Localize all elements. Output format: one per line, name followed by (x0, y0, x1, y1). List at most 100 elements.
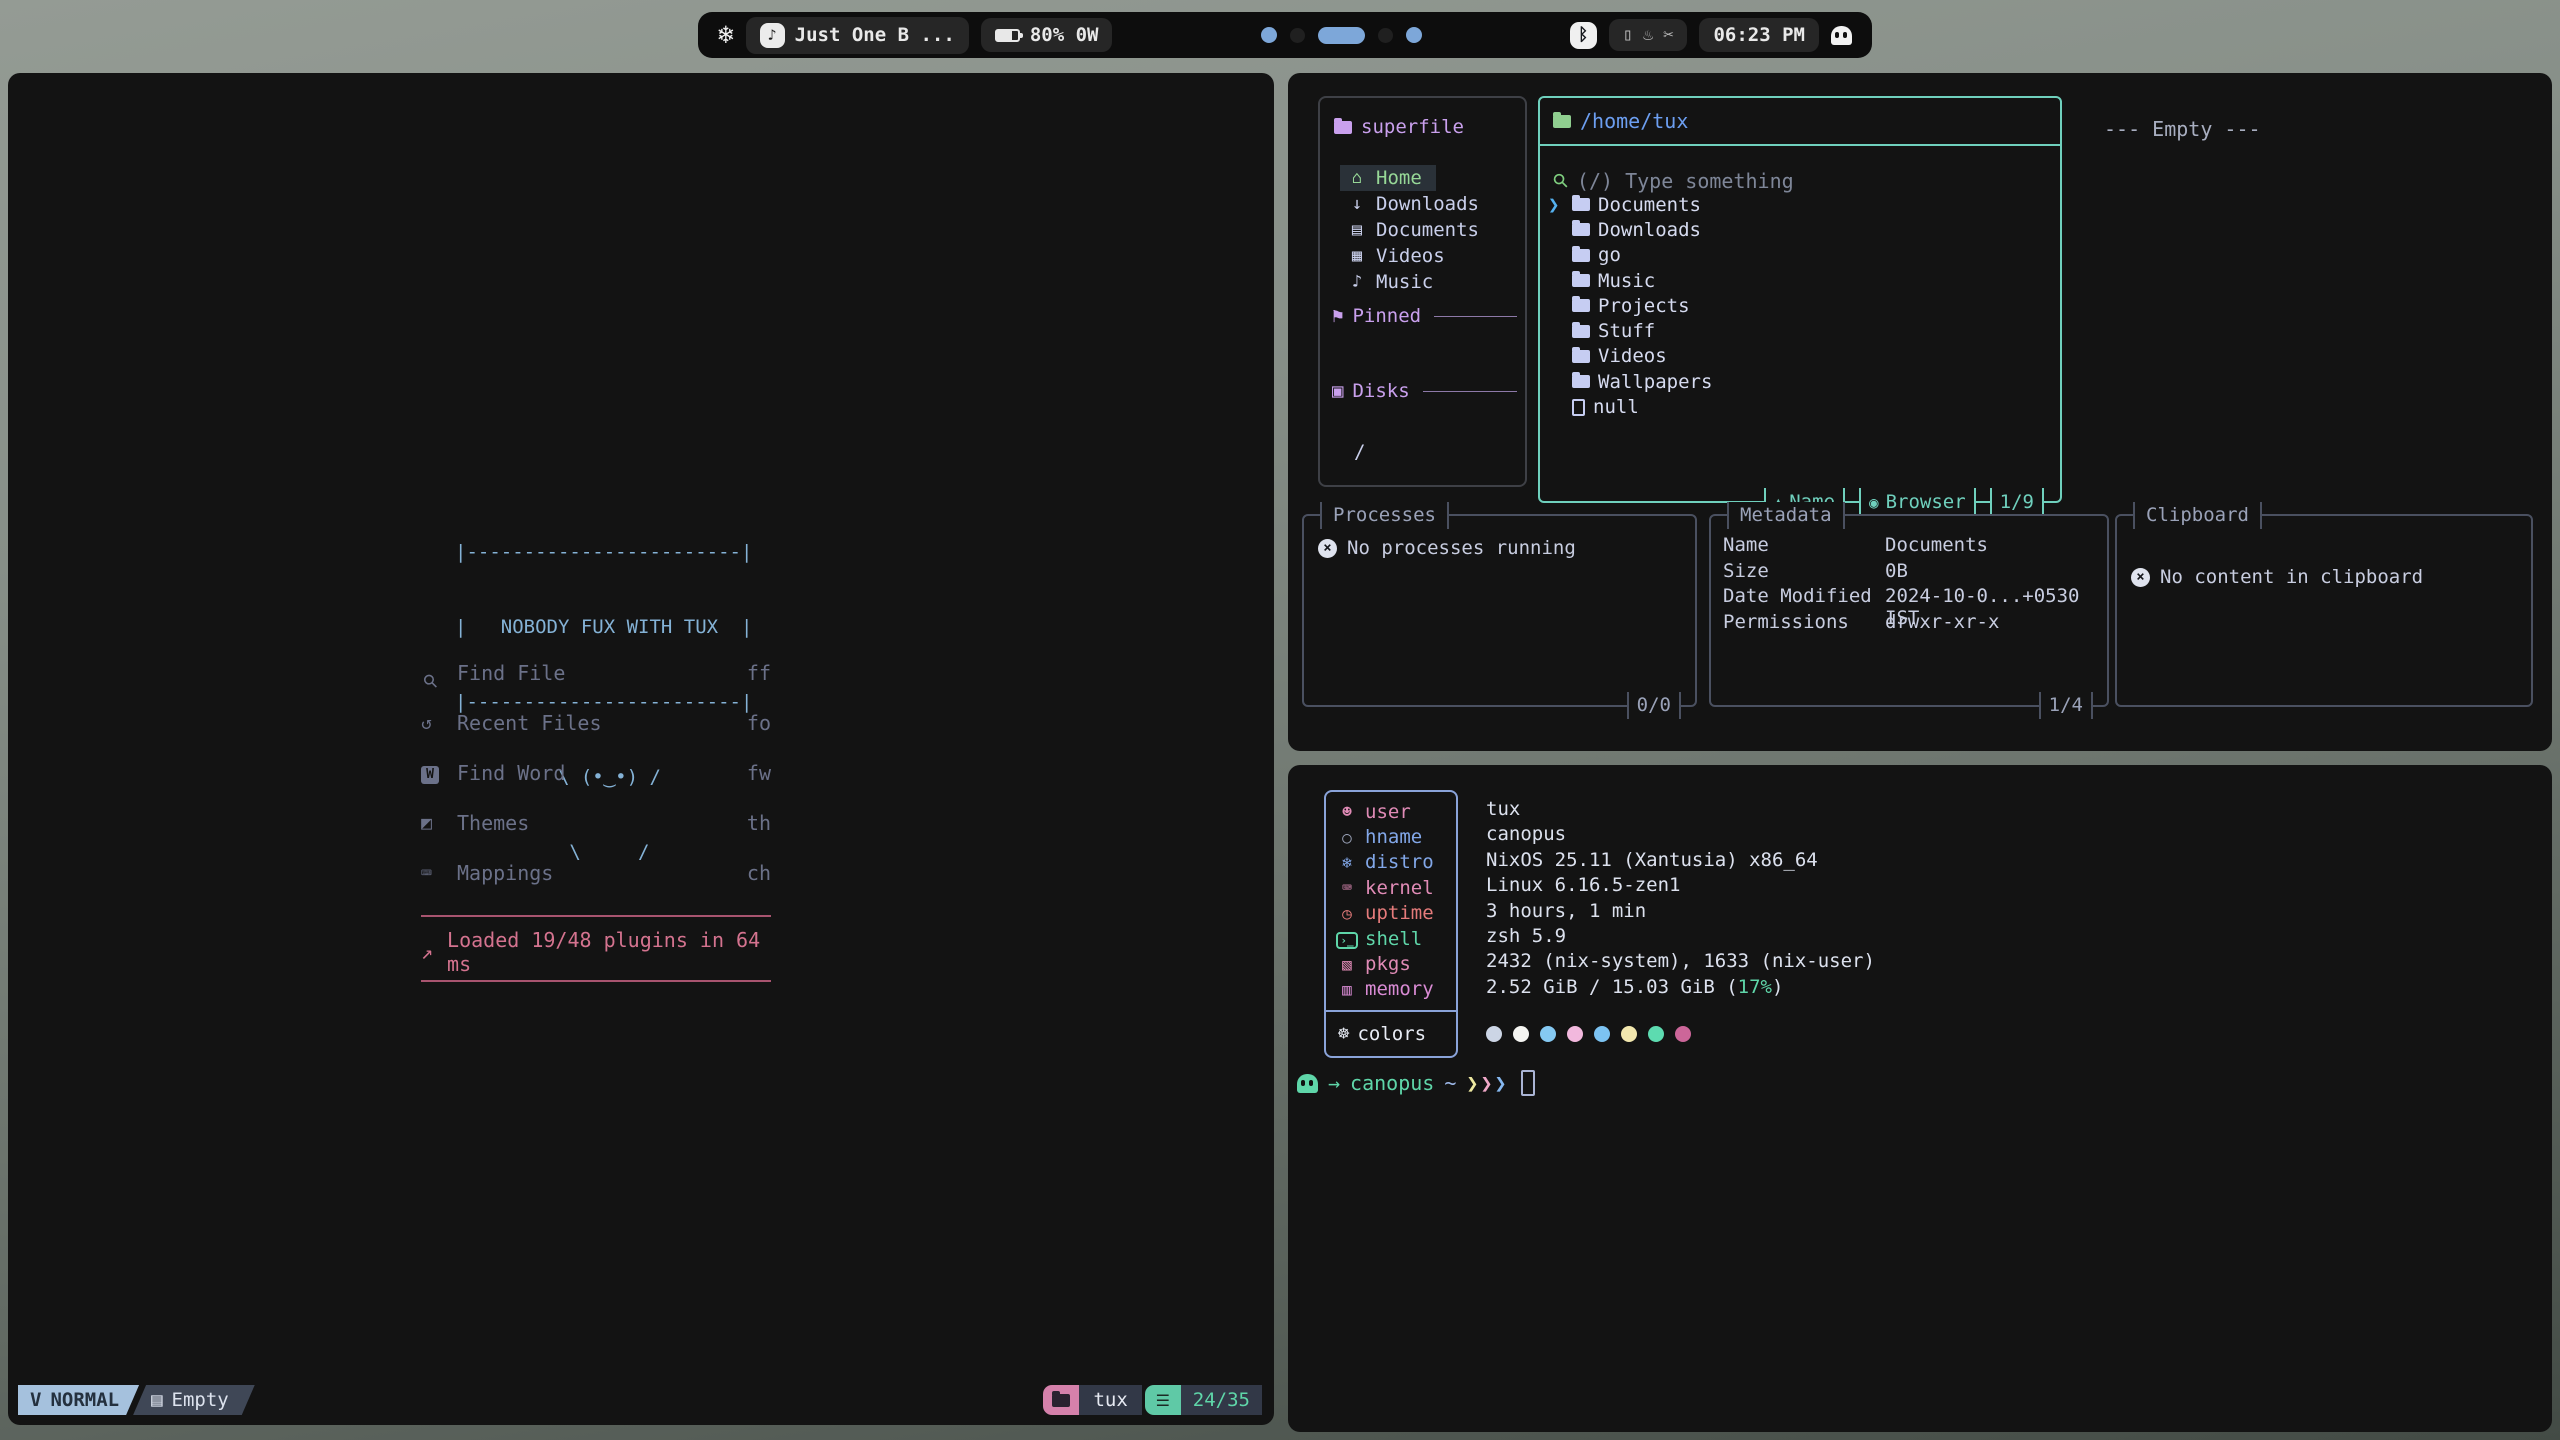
cursor-icon: ❯ (1548, 194, 1564, 216)
file-row[interactable]: Downloads (1548, 217, 2052, 242)
sidebar-item-music[interactable]: ♪ Music (1340, 269, 1517, 295)
cwd-label: tux (1079, 1385, 1141, 1415)
file-name: go (1598, 244, 1621, 266)
sidebar-item-documents[interactable]: ▤ Documents (1340, 217, 1517, 243)
menu-shortcut: fo (747, 711, 771, 735)
panel-title: Clipboard (2133, 502, 2262, 529)
file-row[interactable]: Music (1548, 268, 2052, 293)
folder-icon (1553, 115, 1571, 128)
file-name: Music (1598, 270, 1655, 292)
metadata-row: NameDocuments (1723, 534, 2095, 560)
file-row-selected[interactable]: ❯ Documents (1548, 192, 2052, 217)
fetch-row-user: ☻ user (1335, 799, 1456, 824)
palette-dot (1594, 1026, 1610, 1042)
disk-icon: ▣ (1332, 380, 1343, 402)
folder-icon (1572, 325, 1590, 338)
value-kernel: Linux 6.16.5-zen1 (1486, 873, 1875, 898)
list-icon: ☰ (1145, 1385, 1181, 1415)
palette-dot (1621, 1026, 1637, 1042)
value-memory: 2.52 GiB / 15.03 GiB (17%) (1486, 975, 1875, 1000)
menu-label: Themes (457, 811, 529, 835)
bluetooth-icon[interactable]: ᛒ (1570, 22, 1597, 49)
chevron-icon: ❯ (1466, 1071, 1478, 1095)
workspace-dot-3-active[interactable] (1318, 27, 1365, 44)
file-segment: ▤ Empty (133, 1385, 255, 1415)
statusline: V NORMAL ▤ Empty tux ☰ 24/35 (18, 1385, 1262, 1415)
palette-dot (1513, 1026, 1529, 1042)
file-row[interactable]: Wallpapers (1548, 369, 2052, 394)
section-label: Disks (1352, 380, 1409, 402)
panel-counter: 1/4 (2039, 692, 2093, 719)
file-row[interactable]: Videos (1548, 344, 2052, 369)
text-cursor (1521, 1070, 1535, 1096)
file-row[interactable]: go (1548, 243, 2052, 268)
file-row[interactable]: null (1548, 394, 2052, 419)
file-name: null (1593, 396, 1639, 418)
workspace-dot-5[interactable] (1406, 27, 1422, 43)
menu-label: Find File (457, 661, 565, 685)
clipboard-message: × No content in clipboard (2131, 566, 2423, 588)
ghost-icon (1297, 1074, 1318, 1093)
workspace-dot-4[interactable] (1378, 28, 1393, 43)
counter-label: 1/9 (2000, 491, 2034, 513)
fetch-row-uptime: ◷ uptime (1335, 901, 1456, 926)
disks-section-header: ▣ Disks (1332, 378, 1517, 404)
value-user: tux (1486, 797, 1875, 822)
shell-prompt[interactable]: → canopus ~ ❯ ❯ ❯ (1297, 1070, 1535, 1096)
file-name: Downloads (1598, 219, 1701, 241)
view-toggle[interactable]: ◉ Browser (1859, 488, 1976, 516)
fastfetch-label-box: ☻ user ○ hname ❄ distro ⌨ kernel ◷ uptim… (1324, 790, 1458, 1058)
search-input[interactable]: ⚲ (/) Type something (1554, 169, 1794, 193)
palette-dot (1648, 1026, 1664, 1042)
sidebar-panel: superfile ⌂ Home ↓ Downloads ▤ Documents… (1318, 96, 1527, 487)
menu-item-mappings[interactable]: ⌨ Mappings ch (421, 858, 771, 888)
folder-icon (1572, 249, 1590, 262)
file-name: Documents (1598, 194, 1701, 216)
history-icon: ↺ (421, 713, 457, 734)
sidebar-item-root-disk[interactable]: / (1354, 441, 1365, 463)
download-icon: ↓ (1347, 194, 1367, 214)
divider (421, 980, 771, 982)
metadata-panel: Metadata NameDocuments Size0B Date Modif… (1709, 514, 2109, 707)
sidebar-item-home[interactable]: ⌂ Home (1340, 165, 1436, 191)
menu-shortcut: ff (747, 661, 771, 685)
menu-item-find-file[interactable]: ⚲ Find File ff (421, 658, 771, 688)
metadata-row: Permissionsdrwxr-xr-x (1723, 611, 2095, 637)
file-row[interactable]: Projects (1548, 293, 2052, 318)
file-row[interactable]: Stuff (1548, 318, 2052, 343)
fetch-row-pkgs: ▧ pkgs (1335, 951, 1456, 976)
nixos-logo-icon[interactable]: ❄ (718, 22, 734, 48)
workspace-dot-1[interactable] (1261, 27, 1277, 43)
panel-counter: 1/9 (1990, 488, 2044, 516)
path-bar[interactable]: /home/tux (1540, 98, 2060, 146)
music-widget[interactable]: ♪ Just One B ... (746, 17, 969, 54)
workspace-dot-2[interactable] (1290, 28, 1305, 43)
clock-widget[interactable]: 06:23 PM (1699, 18, 1819, 52)
metadata-row: Size0B (1723, 560, 2095, 586)
ghost-icon[interactable] (1831, 26, 1852, 45)
dashboard-menu: ⚲ Find File ff ↺ Recent Files fo W Find … (421, 658, 771, 908)
value-pkgs: 2432 (nix-system), 1633 (nix-user) (1486, 949, 1875, 974)
menu-item-themes[interactable]: ◩ Themes th (421, 808, 771, 838)
clock-icon: ◷ (1335, 904, 1359, 923)
phone-icon[interactable]: ▯ (1623, 25, 1633, 45)
palette-dot (1675, 1026, 1691, 1042)
heat-icon[interactable]: ♨ (1643, 25, 1653, 45)
file-icon: ▤ (151, 1389, 162, 1411)
eye-icon: ◉ (1869, 493, 1879, 512)
message-label: No processes running (1347, 537, 1576, 559)
menu-item-recent-files[interactable]: ↺ Recent Files fo (421, 708, 771, 738)
folder-icon (1043, 1385, 1079, 1415)
folder-icon (1572, 350, 1590, 363)
word-icon: W (421, 766, 439, 784)
scissors-icon[interactable]: ✂ (1663, 25, 1673, 45)
package-icon: ▧ (1335, 955, 1359, 974)
menu-item-find-word[interactable]: W Find Word fw (421, 758, 771, 788)
palette-icon: ☸ (1338, 1023, 1349, 1045)
folder-icon (1572, 223, 1590, 236)
sidebar-item-downloads[interactable]: ↓ Downloads (1340, 191, 1517, 217)
clock-label: 06:23 PM (1713, 24, 1805, 46)
sidebar-item-videos[interactable]: ▦ Videos (1340, 243, 1517, 269)
fetch-row-hname: ○ hname (1335, 824, 1456, 849)
rocket-icon: ↗ (421, 940, 433, 964)
